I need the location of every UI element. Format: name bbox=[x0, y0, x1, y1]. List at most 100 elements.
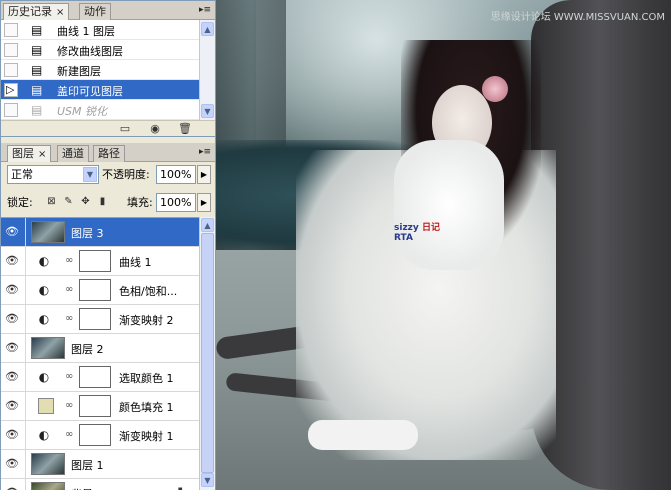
history-item[interactable]: ▤ 新建图层 bbox=[1, 60, 199, 80]
bear-print: sizzy 日记 RTA bbox=[394, 220, 440, 243]
row-divider bbox=[25, 276, 26, 305]
lock-transparent-icon[interactable]: ⊠ bbox=[45, 195, 58, 208]
layer-name[interactable]: 曲线 1 bbox=[119, 254, 152, 270]
eye-icon[interactable]: 👁 bbox=[4, 340, 20, 356]
layer-name[interactable]: 图层 3 bbox=[71, 225, 104, 241]
layer-thumbnail bbox=[31, 337, 65, 359]
close-icon[interactable]: × bbox=[38, 149, 46, 160]
layer-row[interactable]: 👁 图层 1 bbox=[1, 450, 199, 479]
tab-history[interactable]: 历史记录 × bbox=[3, 3, 70, 20]
layer-name[interactable]: 颜色填充 1 bbox=[119, 399, 174, 415]
close-icon[interactable]: × bbox=[56, 7, 64, 18]
scroll-down-icon[interactable]: ▼ bbox=[201, 473, 214, 487]
lock-all-padlock-icon[interactable]: ▮ bbox=[96, 195, 109, 208]
camera-icon[interactable]: ◉ bbox=[147, 122, 163, 136]
layer-row[interactable]: 👁 ◐ ∞ 曲线 1 bbox=[1, 247, 199, 276]
snapshot-source-checkbox[interactable] bbox=[4, 43, 18, 57]
chevron-down-icon[interactable]: ▼ bbox=[83, 167, 97, 182]
layer-row[interactable]: 👁 图层 2 bbox=[1, 334, 199, 363]
panel-menu-icon[interactable]: ▸≡ bbox=[198, 4, 212, 16]
row-divider bbox=[25, 479, 26, 490]
layer-mask-thumbnail[interactable] bbox=[79, 366, 111, 388]
opacity-slider-toggle-icon[interactable]: ▶ bbox=[197, 165, 211, 184]
tab-channels[interactable]: 通道 bbox=[57, 145, 89, 162]
lock-label: 锁定: bbox=[7, 196, 33, 209]
row-divider bbox=[25, 218, 26, 247]
tab-paths[interactable]: 路径 bbox=[93, 145, 125, 162]
eye-icon[interactable]: 👁 bbox=[4, 456, 20, 472]
blend-mode-value: 正常 bbox=[11, 168, 33, 181]
layer-name[interactable]: 选取颜色 1 bbox=[119, 370, 174, 386]
snapshot-source-checkbox[interactable] bbox=[4, 23, 18, 37]
eye-icon[interactable]: 👁 bbox=[4, 398, 20, 414]
layer-name[interactable]: 图层 1 bbox=[71, 457, 104, 473]
document-canvas[interactable]: sizzy 日记 RTA 思缘设计论坛 WWW.MISSVUAN.COM bbox=[216, 0, 671, 490]
layer-row-selected[interactable]: 👁 图层 3 bbox=[1, 218, 199, 247]
layer-name[interactable]: 渐变映射 2 bbox=[119, 312, 174, 328]
row-divider bbox=[25, 334, 26, 363]
layer-mask-thumbnail[interactable] bbox=[79, 250, 111, 272]
eye-icon[interactable]: 👁 bbox=[4, 253, 20, 269]
white-shoes bbox=[308, 420, 418, 450]
snapshot-source-checkbox[interactable] bbox=[4, 103, 18, 117]
layers-scrollbar[interactable]: ▲ ▼ bbox=[199, 217, 215, 490]
layer-row[interactable]: 👁 ◐ ∞ 渐变映射 2 bbox=[1, 305, 199, 334]
fill-slider-toggle-icon[interactable]: ▶ bbox=[197, 193, 211, 212]
layer-name[interactable]: 图层 2 bbox=[71, 341, 104, 357]
chain-link-icon[interactable]: ∞ bbox=[65, 371, 73, 382]
history-item-selected[interactable]: ▷ ▤ 盖印可见图层 bbox=[1, 80, 199, 100]
eye-icon[interactable]: 👁 bbox=[4, 485, 20, 490]
bear-print-red: 日记 bbox=[421, 223, 440, 233]
current-state-arrow-icon: ▷ bbox=[6, 83, 15, 96]
blend-mode-select[interactable]: 正常 ▼ bbox=[7, 165, 99, 184]
layer-name[interactable]: 色相/饱和... bbox=[119, 283, 177, 299]
history-item[interactable]: ▤ 修改曲线图层 bbox=[1, 40, 199, 60]
tab-actions[interactable]: 动作 bbox=[79, 3, 111, 20]
chain-link-icon[interactable]: ∞ bbox=[65, 284, 73, 295]
trash-icon[interactable]: 🗑 bbox=[177, 122, 193, 136]
scroll-down-icon[interactable]: ▼ bbox=[201, 104, 214, 118]
lock-image-brush-icon[interactable]: ✎ bbox=[62, 195, 75, 208]
layer-mask-thumbnail[interactable] bbox=[79, 395, 111, 417]
lock-position-move-icon[interactable]: ✥ bbox=[79, 195, 92, 208]
tab-actions-label: 动作 bbox=[84, 5, 106, 18]
tab-layers[interactable]: 图层 × bbox=[7, 145, 52, 162]
history-scrollbar[interactable]: ▲ ▼ bbox=[199, 20, 215, 120]
eye-icon[interactable]: 👁 bbox=[4, 369, 20, 385]
adjustment-layer-icon: ◐ bbox=[38, 254, 50, 268]
eye-icon[interactable]: 👁 bbox=[4, 224, 20, 240]
chain-link-icon[interactable]: ∞ bbox=[65, 313, 73, 324]
opacity-input[interactable]: 100% bbox=[156, 165, 196, 184]
layer-name[interactable]: 背景 bbox=[71, 486, 93, 490]
history-panel: 历史记录 × 动作 ▸≡ ▤ 曲线 1 图层 ▤ 修改曲线图层 ▤ 新建图层 ▷ … bbox=[0, 0, 216, 136]
new-document-icon[interactable]: ▭ bbox=[117, 122, 133, 136]
fill-color-swatch[interactable] bbox=[38, 398, 54, 414]
chain-link-icon[interactable]: ∞ bbox=[65, 429, 73, 440]
layer-step-icon: ▤ bbox=[31, 43, 43, 57]
fill-input[interactable]: 100% bbox=[156, 193, 196, 212]
layer-thumbnail bbox=[31, 453, 65, 475]
layer-mask-thumbnail[interactable] bbox=[79, 424, 111, 446]
eye-icon[interactable]: 👁 bbox=[4, 282, 20, 298]
layer-row-background[interactable]: 👁 背景 ▮ bbox=[1, 479, 199, 490]
scroll-up-icon[interactable]: ▲ bbox=[201, 22, 214, 36]
layer-row[interactable]: 👁 ◐ ∞ 色相/饱和... bbox=[1, 276, 199, 305]
scrollbar-thumb[interactable] bbox=[201, 233, 214, 473]
layer-row[interactable]: 👁 ◐ ∞ 选取颜色 1 bbox=[1, 363, 199, 392]
layer-mask-thumbnail[interactable] bbox=[79, 279, 111, 301]
chain-link-icon[interactable]: ∞ bbox=[65, 400, 73, 411]
scroll-up-icon[interactable]: ▲ bbox=[201, 218, 214, 232]
snapshot-source-checkbox[interactable] bbox=[4, 63, 18, 77]
eye-icon[interactable]: 👁 bbox=[4, 427, 20, 443]
panel-menu-icon[interactable]: ▸≡ bbox=[198, 146, 212, 158]
opacity-label: 不透明度: bbox=[102, 168, 150, 181]
eye-icon[interactable]: 👁 bbox=[4, 311, 20, 327]
layer-mask-thumbnail[interactable] bbox=[79, 308, 111, 330]
layer-row[interactable]: 👁 ◐ ∞ 渐变映射 1 bbox=[1, 421, 199, 450]
layer-name[interactable]: 渐变映射 1 bbox=[119, 428, 174, 444]
history-item[interactable]: ▤ USM 锐化 bbox=[1, 100, 199, 120]
bear-print-small: sizzy bbox=[394, 223, 419, 233]
history-item[interactable]: ▤ 曲线 1 图层 bbox=[1, 20, 199, 40]
chain-link-icon[interactable]: ∞ bbox=[65, 255, 73, 266]
layer-row[interactable]: 👁 ∞ 颜色填充 1 bbox=[1, 392, 199, 421]
